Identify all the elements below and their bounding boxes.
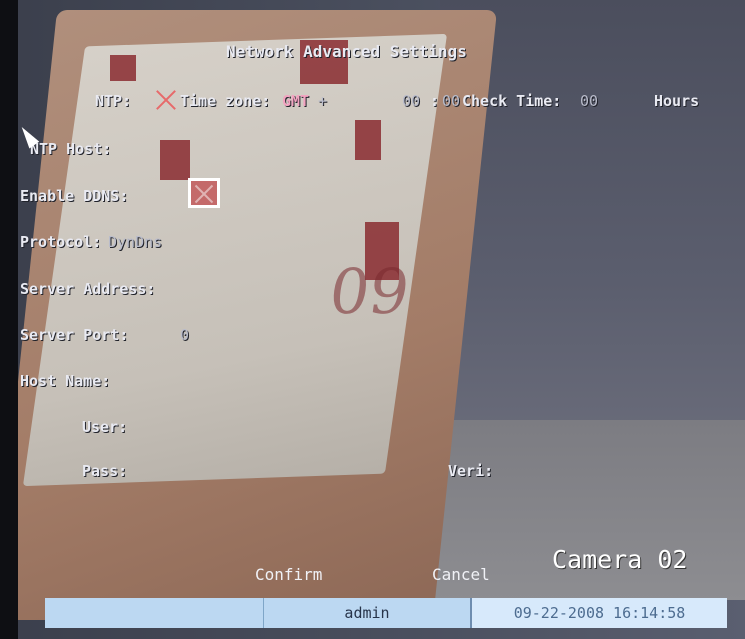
tz-colon: :: [430, 92, 440, 110]
user-label: User:: [82, 418, 128, 436]
server-port-value[interactable]: 0: [180, 326, 189, 344]
status-user: admin: [263, 598, 470, 628]
calendar-red-block: [110, 55, 136, 81]
ntp-label: NTP:: [95, 92, 132, 110]
cancel-button[interactable]: Cancel: [432, 565, 490, 584]
server-port-label: Server Port:: [20, 326, 129, 344]
tz-hours-value[interactable]: 00: [402, 92, 420, 110]
tz-minutes-value[interactable]: 00: [442, 92, 460, 110]
ntp-toggle-cross-icon[interactable]: [155, 89, 177, 111]
tz-gmt-value[interactable]: GMT: [282, 92, 309, 110]
page-title: Network Advanced Settings: [226, 42, 467, 61]
confirm-button[interactable]: Confirm: [255, 565, 322, 584]
protocol-value[interactable]: DynDns: [108, 233, 162, 251]
enable-ddns-label: Enable DDNS:: [20, 187, 129, 205]
dvr-screen: 09 Network Advanced Settings NTP: Time z…: [0, 0, 745, 639]
pass-label: Pass:: [82, 462, 128, 480]
camera-label: Camera 02: [552, 545, 688, 574]
calendar-big-date: 09: [324, 255, 415, 328]
protocol-label: Protocol:: [20, 233, 102, 251]
ntp-host-label: NTP Host:: [30, 140, 112, 158]
server-address-label: Server Address:: [20, 280, 156, 298]
check-time-value[interactable]: 00: [580, 92, 598, 110]
status-bar: admin 09-22-2008 16:14:58: [45, 598, 727, 628]
calendar-red-block: [355, 120, 381, 160]
status-datetime: 09-22-2008 16:14:58: [470, 598, 727, 628]
calendar-red-block: [160, 140, 190, 180]
hours-label: Hours: [654, 92, 700, 110]
enable-ddns-checkbox[interactable]: [188, 178, 220, 208]
screen-left-border: [0, 0, 18, 639]
time-zone-label: Time zone:: [180, 92, 271, 110]
check-time-label: Check Time:: [462, 92, 562, 110]
tz-sign-value[interactable]: +: [318, 92, 327, 110]
host-name-label: Host Name:: [20, 372, 111, 390]
veri-label: Veri:: [448, 462, 494, 480]
status-empty-cell: [45, 598, 263, 628]
